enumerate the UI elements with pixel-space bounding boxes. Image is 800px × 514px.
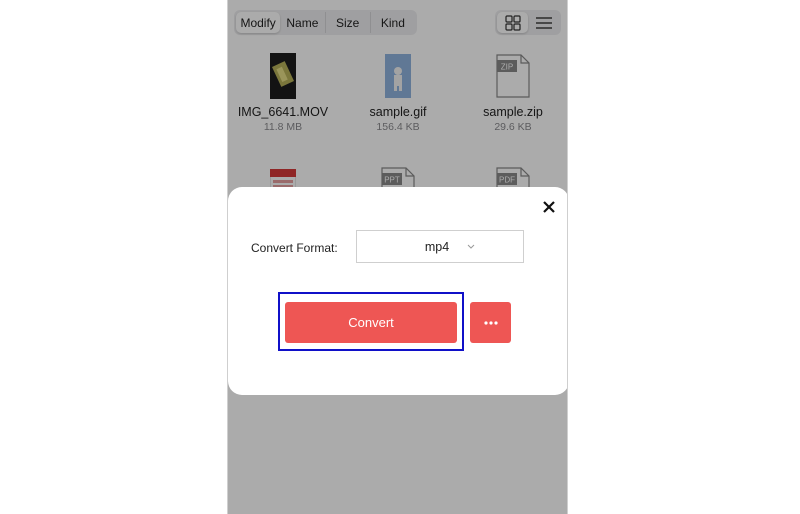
- more-options-button[interactable]: [470, 302, 511, 343]
- close-button[interactable]: [539, 197, 559, 217]
- format-select[interactable]: mp4: [356, 230, 524, 263]
- ellipsis-icon: [483, 320, 498, 325]
- convert-dialog: Convert Format: mp4 Convert: [228, 187, 567, 395]
- chevron-down-icon: [467, 244, 475, 249]
- format-value: mp4: [424, 239, 450, 254]
- phone-screen: Modify Name Size Kind IMG_6641.MOV 11.8 …: [227, 0, 568, 514]
- convert-button[interactable]: Convert: [285, 302, 457, 343]
- close-icon: [543, 201, 555, 213]
- convert-format-label: Convert Format:: [251, 241, 338, 255]
